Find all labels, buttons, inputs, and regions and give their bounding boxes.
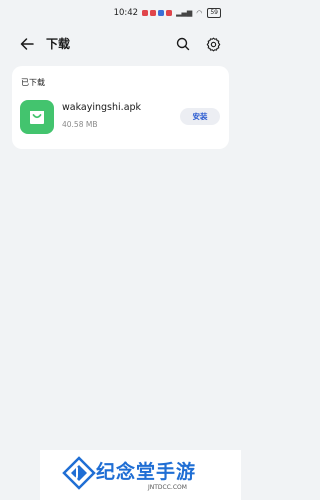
notification-icon (158, 10, 165, 16)
wifi-icon: ◠ (196, 9, 203, 17)
settings-button[interactable] (203, 34, 223, 54)
status-bar: 10:42 ▂▄▆ ◠ 59 (0, 0, 241, 26)
signal-icon: ▂▄▆ (176, 9, 193, 17)
battery-indicator: 59 (207, 8, 221, 18)
file-size: 40.58 MB (62, 120, 98, 129)
site-logo-icon (62, 456, 96, 490)
watermark-subtext: JNTDCC.COM (148, 484, 187, 491)
watermark-text: 纪念堂手游 (96, 461, 197, 483)
search-button[interactable] (173, 34, 193, 54)
notification-icon (150, 10, 157, 16)
back-button[interactable] (17, 34, 37, 54)
install-button[interactable]: 安装 (180, 108, 220, 125)
section-title: 已下载 (21, 78, 45, 87)
status-time: 10:42 (113, 8, 139, 18)
watermark: 纪念堂手游 JNTDCC.COM (40, 450, 241, 500)
app-header: 下载 (0, 30, 241, 58)
download-item[interactable]: wakayingshi.apk 40.58 MB 安装 (12, 96, 229, 140)
arrow-left-icon (20, 38, 34, 50)
shopping-bag-icon (20, 100, 54, 134)
page-title: 下载 (46, 37, 71, 51)
file-name: wakayingshi.apk (62, 102, 142, 113)
notification-icon (142, 10, 149, 16)
notification-icon (166, 10, 173, 16)
search-icon (176, 37, 190, 51)
downloads-card: 已下载 wakayingshi.apk 40.58 MB 安装 (12, 66, 229, 149)
gear-icon (206, 37, 220, 51)
